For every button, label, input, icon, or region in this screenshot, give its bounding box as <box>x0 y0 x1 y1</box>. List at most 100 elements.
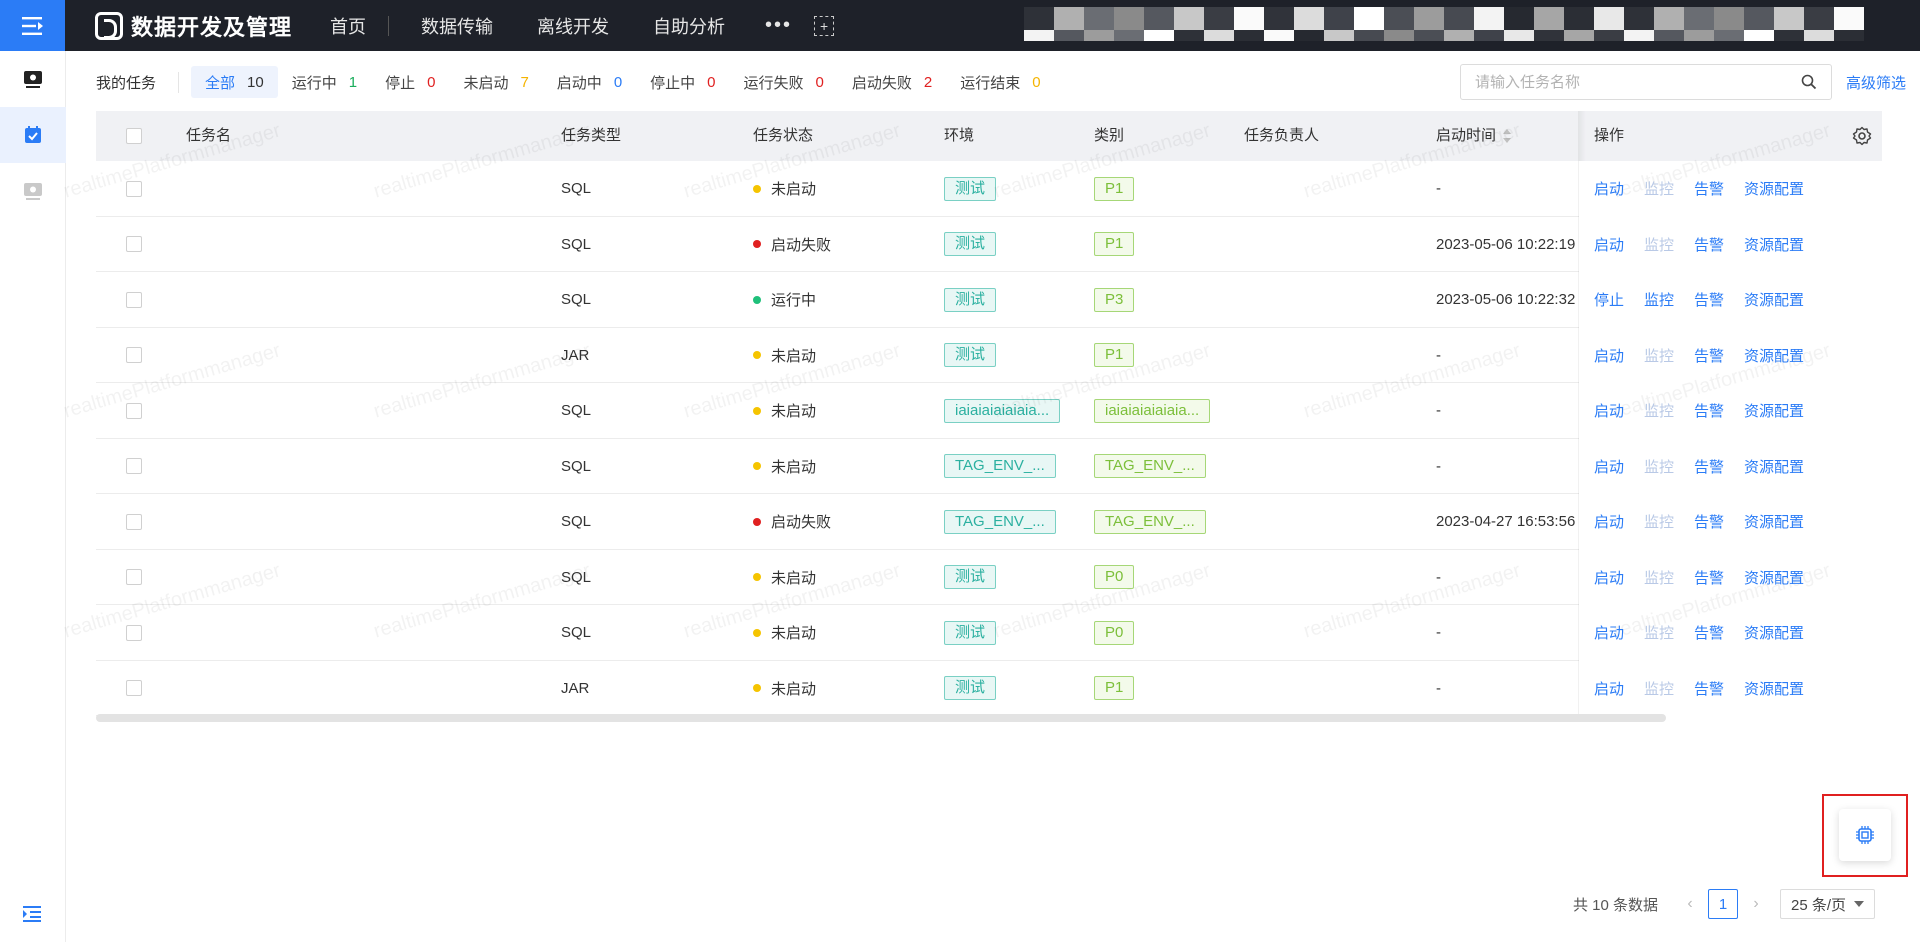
row-checkbox[interactable] <box>126 458 142 474</box>
row-checkbox[interactable] <box>126 624 142 641</box>
action-link[interactable]: 资源配置 <box>1744 456 1804 477</box>
row-checkbox[interactable] <box>126 180 142 197</box>
masked-task-name[interactable] <box>181 554 346 602</box>
masked-task-name[interactable] <box>181 165 346 213</box>
floating-action-button[interactable] <box>1839 809 1891 861</box>
advanced-filter-link[interactable]: 高级筛选 <box>1846 72 1906 93</box>
masked-task-name[interactable] <box>181 387 346 435</box>
row-checkbox[interactable] <box>126 291 142 308</box>
table-row[interactable]: SQL 运行中 测试 P3 2023-05-06 10:22:32 停止 监控 告警 资源配置 <box>96 272 1882 328</box>
column-settings-button[interactable] <box>1852 126 1872 146</box>
masked-task-name[interactable] <box>181 498 346 546</box>
add-tab-button[interactable]: + <box>814 15 835 36</box>
column-header-start-time[interactable]: 启动时间 <box>1436 111 1512 161</box>
action-link[interactable]: 监控 <box>1644 345 1674 366</box>
action-link[interactable]: 监控 <box>1644 400 1674 421</box>
action-link[interactable]: 启动 <box>1594 400 1624 421</box>
action-link[interactable]: 资源配置 <box>1744 567 1804 588</box>
page-number-current[interactable]: 1 <box>1708 889 1739 919</box>
action-link[interactable]: 监控 <box>1644 234 1674 255</box>
masked-task-name[interactable] <box>181 221 346 269</box>
action-link[interactable]: 告警 <box>1694 567 1724 588</box>
table-row[interactable]: SQL 未启动 iaiaiaiaiaiaia... iaiaiaiaiaiaia...… <box>96 383 1882 439</box>
action-link[interactable]: 启动 <box>1594 511 1624 532</box>
row-checkbox[interactable] <box>126 402 142 419</box>
action-link[interactable]: 资源配置 <box>1744 511 1804 532</box>
nav-item-data-transfer[interactable]: 数据传输 <box>399 13 515 39</box>
nav-item-offline-dev[interactable]: 离线开发 <box>515 13 631 39</box>
status-filter-item[interactable]: 启动失败 2 <box>838 66 946 98</box>
action-link[interactable]: 告警 <box>1694 178 1724 199</box>
action-link[interactable]: 告警 <box>1694 234 1724 255</box>
table-row[interactable]: SQL 启动失败 测试 P1 2023-05-06 10:22:19 启动 监控 告警 资源配置 <box>96 217 1882 272</box>
task-search-input[interactable] <box>1475 73 1801 91</box>
table-row[interactable]: SQL 未启动 测试 P1 - 启动 监控 告警 资源配置 <box>96 161 1882 217</box>
action-link[interactable]: 告警 <box>1694 622 1724 643</box>
table-row[interactable]: SQL 未启动 测试 P0 - 启动 监控 告警 资源配置 <box>96 550 1882 605</box>
status-filter-item[interactable]: 运行结束 0 <box>946 66 1054 98</box>
row-checkbox[interactable] <box>126 680 142 696</box>
horizontal-scrollbar[interactable] <box>96 714 1666 722</box>
sort-icon[interactable] <box>1502 128 1512 144</box>
row-checkbox[interactable] <box>126 347 142 363</box>
status-filter-item[interactable]: 运行失败 0 <box>730 66 838 98</box>
masked-task-name[interactable] <box>181 443 346 491</box>
status-filter-item[interactable]: 启动中 0 <box>543 66 636 98</box>
nav-item-self-analysis[interactable]: 自助分析 <box>631 13 747 39</box>
action-link[interactable]: 资源配置 <box>1744 622 1804 643</box>
prev-page-button[interactable]: ‹ <box>1678 895 1702 913</box>
action-link[interactable]: 资源配置 <box>1744 289 1804 310</box>
row-checkbox[interactable] <box>126 569 142 585</box>
menu-toggle-button[interactable] <box>0 0 65 51</box>
masked-task-name[interactable] <box>181 332 346 380</box>
action-link[interactable]: 告警 <box>1694 678 1724 699</box>
action-link[interactable]: 资源配置 <box>1744 678 1804 699</box>
action-link[interactable]: 监控 <box>1644 678 1674 699</box>
sidebar-item-overview[interactable] <box>0 51 66 107</box>
row-checkbox[interactable] <box>126 513 142 530</box>
table-row[interactable]: SQL 未启动 TAG_ENV_... TAG_ENV_... - 启动 监控 告警 资源配置 <box>96 439 1882 494</box>
masked-task-name[interactable] <box>181 665 346 713</box>
app-logo[interactable]: 数据开发及管理 <box>95 10 292 42</box>
action-link[interactable]: 告警 <box>1694 345 1724 366</box>
table-row[interactable]: SQL 未启动 测试 P0 - 启动 监控 告警 资源配置 <box>96 605 1882 661</box>
status-filter-item[interactable]: 未启动 7 <box>449 66 542 98</box>
action-link[interactable]: 资源配置 <box>1744 400 1804 421</box>
row-checkbox[interactable] <box>126 236 142 252</box>
nav-item-home[interactable]: 首页 <box>308 13 388 39</box>
status-filter-item[interactable]: 停止 0 <box>371 66 449 98</box>
action-link[interactable]: 监控 <box>1644 289 1674 310</box>
action-link[interactable]: 监控 <box>1644 456 1674 477</box>
action-link[interactable]: 启动 <box>1594 345 1624 366</box>
sidebar-item-resources[interactable] <box>0 163 66 219</box>
action-link[interactable]: 资源配置 <box>1744 234 1804 255</box>
action-link[interactable]: 启动 <box>1594 234 1624 255</box>
action-link[interactable]: 告警 <box>1694 456 1724 477</box>
page-size-select[interactable]: 25 条/页 <box>1780 889 1876 919</box>
table-row[interactable]: JAR 未启动 测试 P1 - 启动 监控 告警 资源配置 <box>96 661 1882 716</box>
sidebar-collapse-button[interactable] <box>0 886 66 942</box>
action-link[interactable]: 启动 <box>1594 622 1624 643</box>
search-icon[interactable] <box>1801 74 1817 90</box>
action-link[interactable]: 告警 <box>1694 289 1724 310</box>
action-link[interactable]: 启动 <box>1594 567 1624 588</box>
action-link[interactable]: 资源配置 <box>1744 178 1804 199</box>
next-page-button[interactable]: › <box>1744 895 1768 913</box>
table-row[interactable]: JAR 未启动 测试 P1 - 启动 监控 告警 资源配置 <box>96 328 1882 383</box>
status-filter-item[interactable]: 停止中 0 <box>636 66 729 98</box>
select-all-checkbox[interactable] <box>126 128 142 144</box>
masked-task-name[interactable] <box>181 276 346 324</box>
status-filter-item[interactable]: 全部 10 <box>191 66 278 98</box>
action-link[interactable]: 监控 <box>1644 511 1674 532</box>
action-link[interactable]: 启动 <box>1594 178 1624 199</box>
nav-more-button[interactable]: ••• <box>747 14 810 37</box>
action-link[interactable]: 告警 <box>1694 511 1724 532</box>
action-link[interactable]: 启动 <box>1594 456 1624 477</box>
table-row[interactable]: SQL 启动失败 TAG_ENV_... TAG_ENV_... 2023-04-27 … <box>96 494 1882 550</box>
action-link[interactable]: 告警 <box>1694 400 1724 421</box>
sidebar-item-tasks[interactable] <box>0 107 66 163</box>
masked-task-name[interactable] <box>181 609 346 657</box>
action-link[interactable]: 监控 <box>1644 178 1674 199</box>
action-link[interactable]: 停止 <box>1594 289 1624 310</box>
action-link[interactable]: 监控 <box>1644 567 1674 588</box>
